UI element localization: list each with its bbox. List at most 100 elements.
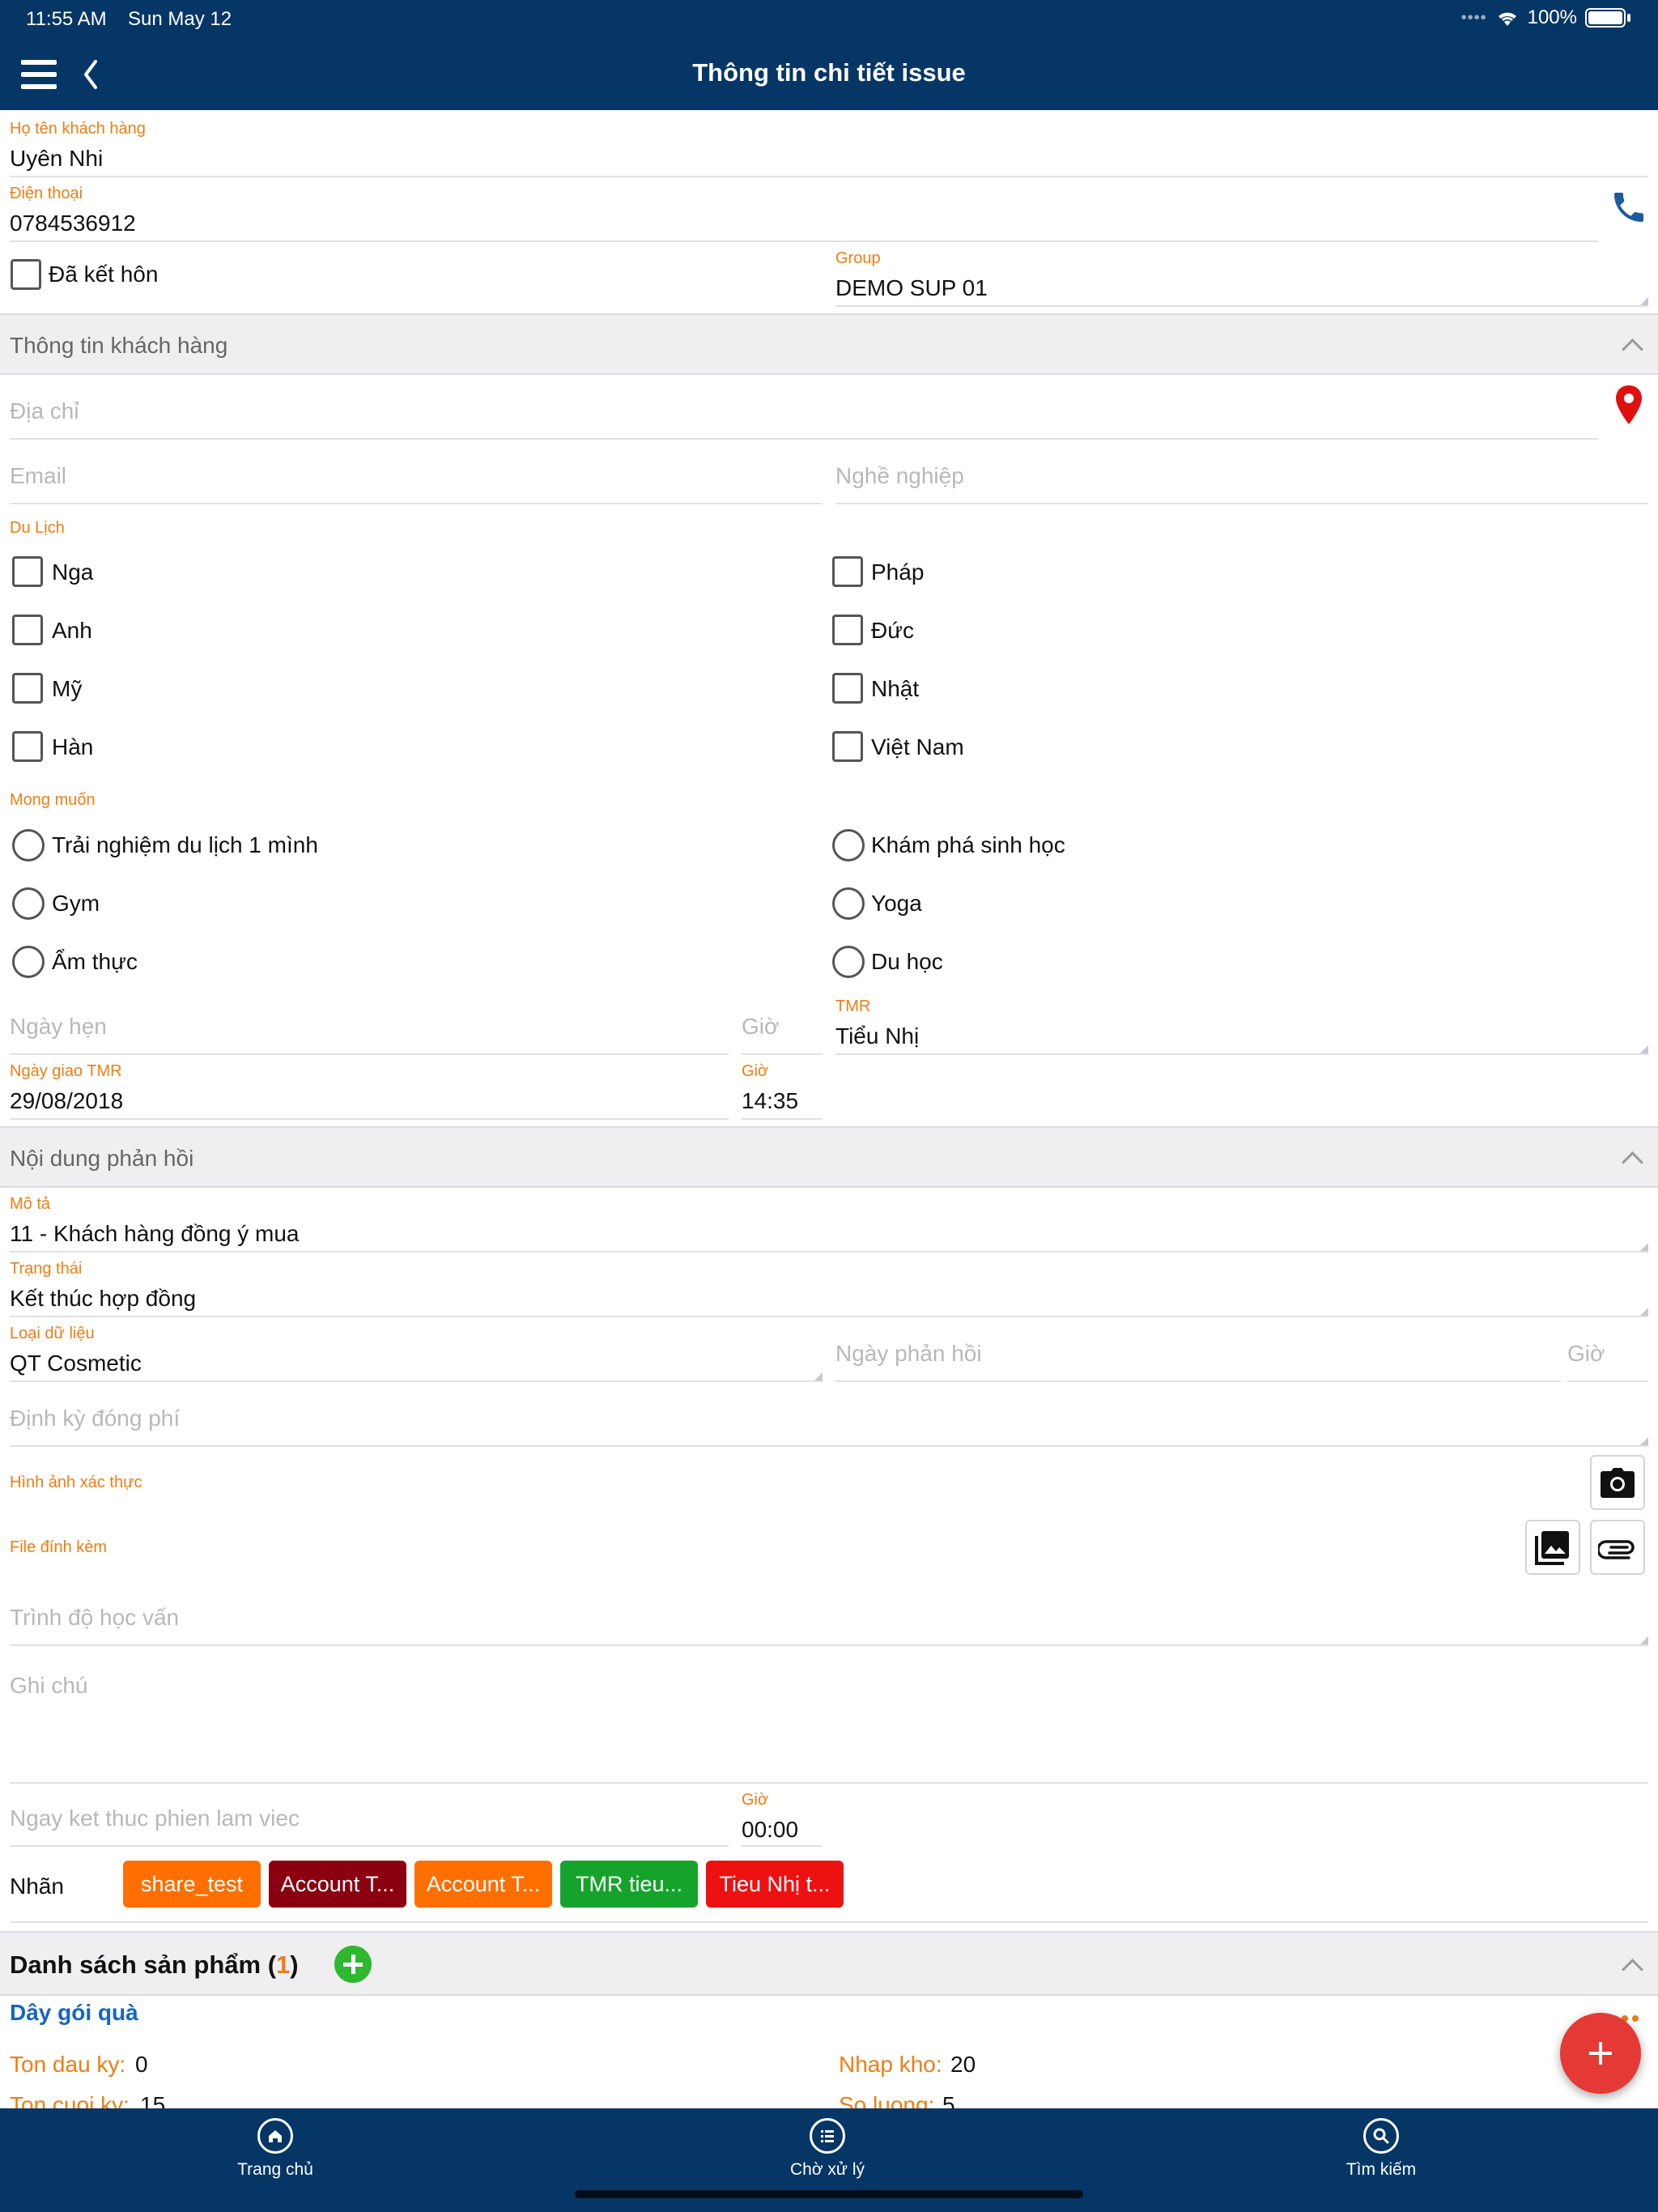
divider (10, 1380, 823, 1382)
map-pin-icon[interactable] (1614, 384, 1643, 426)
divider (10, 1118, 729, 1120)
travel-checkbox-vietnam[interactable] (832, 731, 863, 762)
tmr-time-field[interactable]: 14:35 (742, 1088, 798, 1114)
divider (742, 1053, 823, 1055)
tab-pending[interactable]: Chờ xử lý (706, 2108, 949, 2189)
tab-label: Chờ xử lý (789, 2160, 865, 2179)
dropdown-corner (1640, 1636, 1648, 1644)
phone-call-icon[interactable] (1609, 186, 1648, 228)
phone-field[interactable]: 0784536912 (10, 211, 136, 236)
travel-checkbox-han[interactable] (12, 731, 43, 762)
note-field[interactable]: Ghi chú (10, 1673, 88, 1699)
wish-option-label: Ẩm thực (52, 949, 138, 974)
group-field[interactable]: DEMO SUP 01 (835, 275, 988, 301)
session-time-field[interactable]: 00:00 (742, 1817, 798, 1843)
divider (10, 438, 1598, 440)
section-customer-info[interactable]: Thông tin khách hàng (0, 313, 1658, 375)
tag-chip[interactable]: Account T... (414, 1861, 552, 1908)
appointment-time-field[interactable]: Giờ (742, 1014, 779, 1040)
tab-label: Trang chủ (237, 2160, 313, 2179)
dropdown-corner (1640, 1437, 1648, 1445)
products-count: 1 (276, 1950, 291, 1979)
feedback-date-field[interactable]: Ngày phản hồi (835, 1341, 982, 1367)
tab-home[interactable]: Trang chủ (154, 2108, 397, 2189)
wifi-icon (1498, 12, 1516, 26)
status-field[interactable]: Kết thúc hợp đồng (10, 1286, 196, 1312)
tmr-date-field[interactable]: 29/08/2018 (10, 1088, 123, 1114)
divider (10, 176, 1648, 177)
travel-option-label: Nhật (871, 676, 920, 701)
divider (835, 503, 1648, 504)
wish-radio-biology[interactable] (832, 829, 865, 861)
section-feedback[interactable]: Nội dung phản hồi (0, 1126, 1658, 1188)
divider (10, 503, 823, 504)
divider (10, 240, 1598, 242)
tab-label: Tìm kiếm (1346, 2160, 1417, 2179)
education-field[interactable]: Trình độ học vấn (10, 1605, 179, 1631)
travel-checkbox-nhat[interactable] (832, 673, 863, 704)
job-field[interactable]: Nghề nghiệp (835, 463, 964, 489)
status-right: •••• 100% (1461, 6, 1630, 29)
data-type-field[interactable]: QT Cosmetic (10, 1351, 142, 1376)
married-label: Đã kết hôn (49, 262, 159, 287)
tags-label: Nhãn (10, 1874, 64, 1899)
fee-period-field[interactable]: Định kỳ đóng phí (10, 1406, 180, 1431)
product-name[interactable]: Dây gói quà (10, 2000, 138, 2026)
divider (742, 1118, 823, 1120)
add-product-button[interactable] (334, 1946, 372, 1983)
dropdown-corner (814, 1372, 823, 1380)
dropdown-corner (1640, 1243, 1648, 1251)
description-field[interactable]: 11 - Khách hàng đồng ý mua (10, 1221, 300, 1247)
tag-chip[interactable]: Account T... (269, 1861, 406, 1908)
tmr-label: TMR (835, 998, 871, 1015)
home-icon (257, 2118, 293, 2154)
page-title: Thông tin chi tiết issue (692, 58, 966, 87)
travel-checkbox-nga[interactable] (12, 556, 43, 587)
home-indicator (575, 2190, 1083, 2198)
open-stock-value: 0 (135, 2052, 148, 2077)
travel-option-label: Nga (52, 559, 94, 585)
camera-button[interactable] (1590, 1455, 1645, 1510)
wish-radio-solo-travel[interactable] (12, 829, 45, 861)
tag-chip[interactable]: Tieu Nhị t... (706, 1861, 844, 1908)
customer-name-field[interactable]: Uyên Nhi (10, 146, 103, 172)
list-icon (810, 2118, 845, 2154)
products-title-text: Danh sách sản phẩm ( (10, 1950, 277, 1979)
wish-radio-study-abroad[interactable] (832, 946, 865, 978)
wish-radio-cuisine[interactable] (12, 946, 45, 978)
wish-radio-yoga[interactable] (832, 887, 865, 920)
address-field[interactable]: Địa chỉ (10, 398, 79, 424)
feedback-time-field[interactable]: Giờ (1567, 1341, 1605, 1367)
import-value: 20 (950, 2052, 976, 2077)
travel-checkbox-anh[interactable] (12, 615, 43, 645)
add-fab-button[interactable] (1560, 2013, 1641, 2094)
travel-option-label: Pháp (871, 559, 925, 585)
appointment-date-field[interactable]: Ngày hẹn (10, 1014, 107, 1040)
travel-checkbox-my[interactable] (12, 673, 43, 704)
tag-chip[interactable]: share_test (123, 1861, 261, 1908)
section-products[interactable]: Danh sách sản phẩm (1) (0, 1931, 1658, 1996)
travel-option-label: Đức (871, 618, 914, 643)
group-label: Group (835, 249, 881, 267)
wish-option-label: Yoga (871, 891, 922, 916)
dropdown-corner (1640, 1045, 1648, 1053)
tab-search[interactable]: Tìm kiếm (1260, 2108, 1503, 2189)
status-bar: 11:55 AM Sun May 12 •••• 100% (0, 0, 1658, 39)
travel-checkbox-phap[interactable] (832, 556, 863, 587)
gallery-button[interactable] (1525, 1520, 1580, 1575)
attach-button[interactable] (1590, 1520, 1645, 1575)
travel-checkbox-duc[interactable] (832, 615, 863, 645)
phone-label: Điện thoại (10, 185, 83, 202)
attach-file-label: File đính kèm (10, 1538, 108, 1556)
signal-icon: •••• (1460, 8, 1487, 27)
tag-chip[interactable]: TMR tieu... (560, 1861, 698, 1908)
tmr-time-label: Giờ (742, 1062, 769, 1080)
description-label: Mô tả (10, 1195, 51, 1213)
session-end-date-field[interactable]: Ngay ket thuc phien lam viec (10, 1806, 300, 1831)
wish-option-label: Trải nghiệm du lịch 1 mình (52, 832, 318, 857)
wish-radio-gym[interactable] (12, 887, 45, 920)
email-field[interactable]: Email (10, 463, 66, 489)
married-checkbox[interactable] (11, 259, 41, 290)
tmr-field[interactable]: Tiểu Nhị (835, 1023, 919, 1049)
products-title: Danh sách sản phẩm (1) (10, 1950, 299, 1980)
